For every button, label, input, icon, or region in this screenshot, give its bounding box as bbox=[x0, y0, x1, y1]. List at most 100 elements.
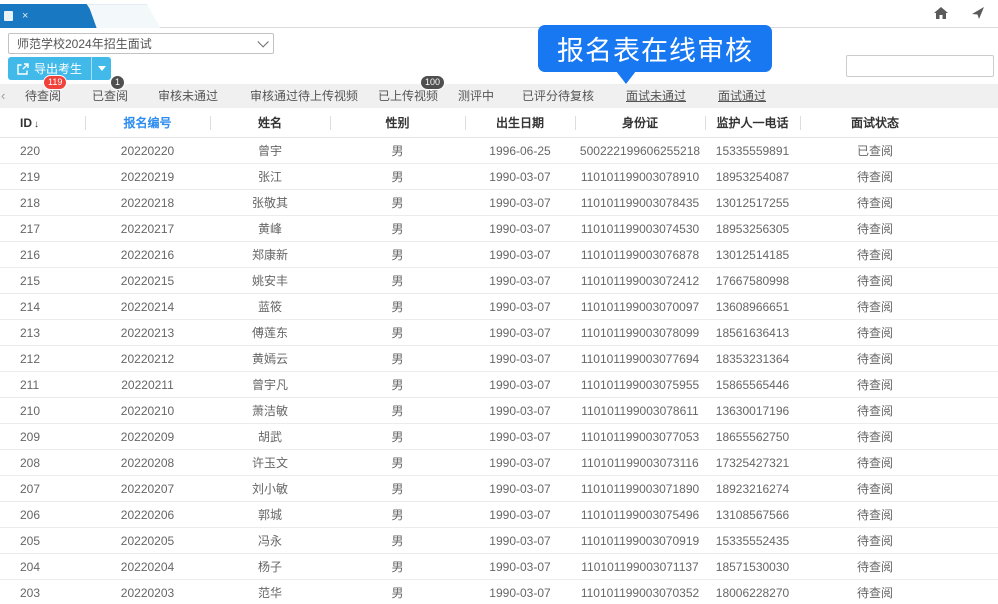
table-cell: 待查阅 bbox=[800, 402, 950, 419]
table-row[interactable]: 20420220204杨子男1990-03-071101011990030711… bbox=[0, 554, 998, 580]
active-browser-tab[interactable]: × bbox=[0, 4, 102, 28]
session-select[interactable]: 师范学校2024年招生面试 bbox=[8, 33, 274, 54]
table-cell: 待查阅 bbox=[800, 350, 950, 367]
table-cell: 张敬其 bbox=[210, 194, 330, 211]
table-row[interactable]: 20920220209胡武男1990-03-071101011990030770… bbox=[0, 424, 998, 450]
status-tab[interactable]: 已上传视频100 bbox=[378, 84, 438, 108]
table-cell: 13630017196 bbox=[705, 404, 800, 418]
home-icon[interactable] bbox=[934, 7, 948, 19]
status-tab[interactable]: 审核未通过 bbox=[158, 84, 218, 108]
column-header[interactable]: 出生日期 bbox=[465, 114, 575, 131]
table-row[interactable]: 21620220216郑康新男1990-03-07110101199003076… bbox=[0, 242, 998, 268]
table-cell: 13012517255 bbox=[705, 196, 800, 210]
table-cell: 男 bbox=[330, 402, 465, 419]
table-row[interactable]: 21820220218张敬其男1990-03-07110101199003078… bbox=[0, 190, 998, 216]
app-window: × 师范学校2024年招生面试 导出考生 ‹ 待查阅1 bbox=[0, 0, 998, 604]
table-cell: 男 bbox=[330, 532, 465, 549]
table-cell: 20220211 bbox=[85, 378, 210, 392]
table-cell: 1990-03-07 bbox=[465, 326, 575, 340]
scroll-left-icon[interactable]: ‹ bbox=[1, 88, 5, 103]
send-icon[interactable] bbox=[972, 7, 984, 19]
table-cell: 219 bbox=[0, 170, 85, 184]
annotation-tooltip-text: 报名表在线审核 bbox=[557, 29, 753, 68]
table-row[interactable]: 21920220219张江男1990-03-071101011990030789… bbox=[0, 164, 998, 190]
table-cell: 110101199003075955 bbox=[575, 378, 705, 392]
status-tab[interactable]: 已查阅1 bbox=[92, 84, 128, 108]
table-cell: 209 bbox=[0, 430, 85, 444]
table-row[interactable]: 20820220208许玉文男1990-03-07110101199003073… bbox=[0, 450, 998, 476]
table-cell: 男 bbox=[330, 324, 465, 341]
table-row[interactable]: 20720220207刘小敏男1990-03-07110101199003071… bbox=[0, 476, 998, 502]
column-header[interactable]: ID↓ bbox=[0, 116, 85, 130]
export-dropdown-caret[interactable] bbox=[91, 57, 111, 80]
column-header[interactable]: 性别 bbox=[330, 114, 465, 131]
table-cell: 男 bbox=[330, 142, 465, 159]
table-cell: 20220209 bbox=[85, 430, 210, 444]
table-cell: 13108567566 bbox=[705, 508, 800, 522]
table-row[interactable]: 20320220203范华男1990-03-071101011990030703… bbox=[0, 580, 998, 604]
table-row[interactable]: 21720220217黄峰男1990-03-071101011990030745… bbox=[0, 216, 998, 242]
table-cell: 1996-06-25 bbox=[465, 144, 575, 158]
table-cell: 黄嫣云 bbox=[210, 350, 330, 367]
table-cell: 1990-03-07 bbox=[465, 482, 575, 496]
table-cell: 110101199003071890 bbox=[575, 482, 705, 496]
table-cell: 18353231364 bbox=[705, 352, 800, 366]
table-cell: 曾宇凡 bbox=[210, 376, 330, 393]
table-cell: 待查阅 bbox=[800, 584, 950, 601]
table-row[interactable]: 21220220212黄嫣云男1990-03-07110101199003077… bbox=[0, 346, 998, 372]
table-cell: 500222199606255218 bbox=[575, 144, 705, 158]
table-cell: 210 bbox=[0, 404, 85, 418]
column-header[interactable]: 监护人一电话 bbox=[705, 114, 800, 131]
table-cell: 17325427321 bbox=[705, 456, 800, 470]
table-cell: 216 bbox=[0, 248, 85, 262]
table-row[interactable]: 20520220205冯永男1990-03-071101011990030709… bbox=[0, 528, 998, 554]
table-cell: 男 bbox=[330, 376, 465, 393]
table-header-row: ID↓报名编号姓名性别出生日期身份证监护人一电话面试状态 bbox=[0, 108, 998, 138]
export-icon bbox=[17, 63, 29, 75]
table-cell: 211 bbox=[0, 378, 85, 392]
table-cell: 蓝筱 bbox=[210, 298, 330, 315]
table-row[interactable]: 21420220214蓝筱男1990-03-071101011990030700… bbox=[0, 294, 998, 320]
table-cell: 1990-03-07 bbox=[465, 378, 575, 392]
table-row[interactable]: 20620220206郭城男1990-03-071101011990030754… bbox=[0, 502, 998, 528]
table-cell: 20220207 bbox=[85, 482, 210, 496]
table-cell: 男 bbox=[330, 480, 465, 497]
column-header[interactable]: 姓名 bbox=[210, 114, 330, 131]
table-row[interactable]: 21020220210萧洁敏男1990-03-07110101199003078… bbox=[0, 398, 998, 424]
inactive-browser-tab[interactable] bbox=[88, 4, 160, 28]
table-row[interactable]: 22020220220曾宇男1996-06-255002221996062552… bbox=[0, 138, 998, 164]
annotation-tooltip: 报名表在线审核 bbox=[538, 25, 772, 72]
table-row[interactable]: 21120220211曾宇凡男1990-03-07110101199003075… bbox=[0, 372, 998, 398]
status-tab[interactable]: 面试通过 bbox=[718, 84, 766, 108]
table-cell: 110101199003078435 bbox=[575, 196, 705, 210]
table-row[interactable]: 21320220213傅莲东男1990-03-07110101199003078… bbox=[0, 320, 998, 346]
status-tab[interactable]: 审核通过待上传视频 bbox=[250, 84, 358, 108]
table-cell: 220 bbox=[0, 144, 85, 158]
table-cell: 20220210 bbox=[85, 404, 210, 418]
status-tab[interactable]: 待查阅119 bbox=[25, 84, 61, 108]
status-tab[interactable]: 面试未通过 bbox=[626, 84, 686, 108]
table-cell: 1990-03-07 bbox=[465, 248, 575, 262]
table-cell: 待查阅 bbox=[800, 532, 950, 549]
column-header[interactable]: 面试状态 bbox=[800, 114, 950, 131]
table-row[interactable]: 21520220215姚安丰男1990-03-07110101199003072… bbox=[0, 268, 998, 294]
sort-desc-icon: ↓ bbox=[34, 119, 39, 130]
search-input[interactable] bbox=[846, 55, 994, 77]
table-cell: 1990-03-07 bbox=[465, 456, 575, 470]
table-cell: 110101199003070352 bbox=[575, 586, 705, 600]
close-icon[interactable]: × bbox=[22, 11, 28, 22]
status-tab[interactable]: 测评中 bbox=[458, 84, 494, 108]
table-cell: 208 bbox=[0, 456, 85, 470]
tab-label-fragment bbox=[4, 11, 13, 21]
table-cell: 男 bbox=[330, 272, 465, 289]
table-cell: 张江 bbox=[210, 168, 330, 185]
table-cell: 110101199003076878 bbox=[575, 248, 705, 262]
table-cell: 1990-03-07 bbox=[465, 222, 575, 236]
table-cell: 许玉文 bbox=[210, 454, 330, 471]
status-tab[interactable]: 已评分待复核 bbox=[522, 84, 594, 108]
table-cell: 15335559891 bbox=[705, 144, 800, 158]
table-cell: 110101199003078099 bbox=[575, 326, 705, 340]
column-header[interactable]: 身份证 bbox=[575, 114, 705, 131]
candidates-table: ID↓报名编号姓名性别出生日期身份证监护人一电话面试状态 22020220220… bbox=[0, 108, 998, 604]
column-header[interactable]: 报名编号 bbox=[85, 114, 210, 131]
